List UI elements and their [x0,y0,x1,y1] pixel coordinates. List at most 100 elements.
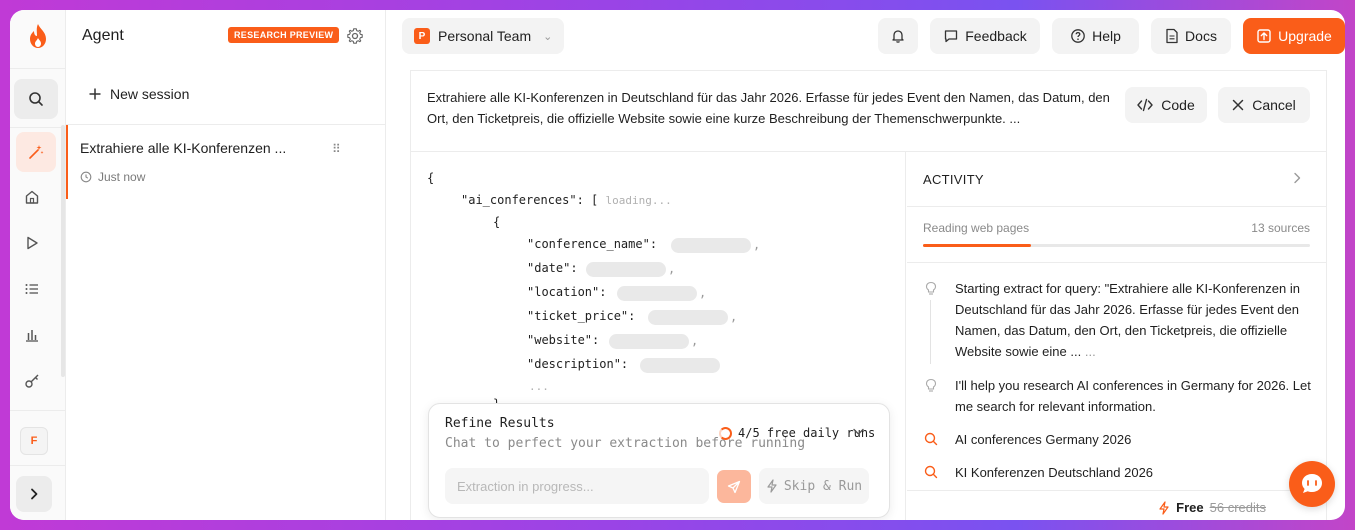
settings-button[interactable] [346,27,364,45]
code-button[interactable]: Code [1125,87,1207,123]
log-message: KI Konferenzen Deutschland 2026 [955,465,1154,480]
list-icon [25,284,38,294]
session-title: Extrahiere alle KI-Konferenzen ... [80,140,287,156]
app-window: F Agent RESEARCH PREVIEW New session Ext… [10,10,1345,520]
bell-icon [892,30,904,43]
json-preview: { "ai_conferences": [ loading... { "conf… [411,152,906,520]
new-session-label: New session [110,86,190,102]
lightning-icon [767,479,777,493]
log-message: I'll help you research AI conferences in… [955,378,1311,414]
plus-icon [89,88,101,100]
log-text: Starting extract for query: "Extrahiere … [955,278,1315,362]
feedback-label: Feedback [965,28,1027,44]
refine-input[interactable] [445,468,709,504]
chevron-down-icon[interactable] [853,426,864,439]
docs-button[interactable]: Docs [1151,18,1231,54]
log-more[interactable]: ... [1085,344,1096,359]
drag-handle-icon[interactable]: ⠿ [332,142,341,156]
value-skeleton [609,334,689,349]
search-icon [924,465,938,479]
upgrade-label: Upgrade [1278,28,1332,44]
credits-amount: 56 credits [1209,500,1266,515]
rail-scrollbar[interactable] [61,125,65,377]
json-key: "date": [527,261,578,275]
lightbulb-icon [925,281,937,295]
home-icon [25,190,39,204]
cancel-label: Cancel [1252,97,1296,113]
value-skeleton [671,238,751,253]
upgrade-icon [1257,29,1271,43]
flame-logo-icon[interactable] [22,22,54,50]
daily-runs-dropdown[interactable]: 4/5 free daily runs [719,426,875,440]
log-message: AI conferences Germany 2026 [955,432,1132,447]
agent-nav-button[interactable] [16,132,56,172]
credits-footer: Free 56 credits [907,490,1326,520]
search-button[interactable] [14,79,58,119]
json-key: "ai_conferences": [ [461,193,599,207]
session-time-label: Just now [98,170,146,184]
analytics-nav-button[interactable] [22,325,42,345]
log-message: Starting extract for query: "Extrahiere … [955,281,1300,359]
sources-count: 13 sources [1251,221,1310,235]
activity-panel: ACTIVITY Reading web pages 13 sources St… [907,152,1326,520]
expand-sidebar-button[interactable] [16,476,52,512]
home-nav-button[interactable] [22,187,42,207]
value-skeleton [617,286,697,301]
search-icon [924,432,938,446]
notifications-button[interactable] [878,18,918,54]
json-key: "location": [527,285,607,299]
json-key: "ticket_price": [527,309,636,323]
user-avatar[interactable]: F [20,427,48,455]
lightbulb-icon [925,378,937,392]
activity-divider [907,262,1326,263]
rail-divider [10,410,66,411]
team-selector[interactable]: P Personal Team ⌄ [402,18,564,54]
sessions-panel: Agent RESEARCH PREVIEW New session Extra… [66,10,386,520]
value-skeleton [648,310,728,325]
json-comma: , [691,334,699,348]
feedback-button[interactable]: Feedback [930,18,1040,54]
document-icon [1166,28,1178,44]
panel-title: Agent [82,27,124,44]
support-chat-button[interactable] [1289,461,1335,507]
skip-and-run-button[interactable]: Skip & Run [759,468,869,504]
rail-divider [10,68,66,69]
send-button[interactable] [717,470,751,503]
cancel-button[interactable]: Cancel [1218,87,1310,123]
list-nav-button[interactable] [22,279,42,299]
rail-divider [10,465,66,466]
loading-indicator: loading... [605,194,672,207]
message-icon [945,30,958,43]
bar-chart-icon [26,330,38,342]
json-comma: , [699,286,707,300]
play-nav-button[interactable] [22,233,42,253]
top-bar: P Personal Team ⌄ Feedback Help Docs Upg… [386,10,1345,60]
help-circle-icon [1071,29,1085,43]
upgrade-button[interactable]: Upgrade [1243,18,1345,54]
value-skeleton [586,262,666,277]
json-key: "conference_name": [527,237,658,251]
refine-results-card: Refine Results Chat to perfect your extr… [428,403,890,518]
code-label: Code [1161,97,1195,113]
activity-divider [907,206,1326,207]
json-comma: , [730,310,738,324]
key-icon [25,374,39,388]
chat-bubble-icon [1302,474,1322,493]
send-icon [727,480,741,493]
play-icon [27,236,38,250]
json-more: ... [529,380,549,393]
chevron-right-icon[interactable] [1293,172,1301,187]
research-preview-badge: RESEARCH PREVIEW [228,27,340,43]
value-skeleton [640,358,720,373]
lightning-icon [1159,500,1169,515]
help-label: Help [1092,28,1121,44]
code-icon [1137,98,1153,112]
help-button[interactable]: Help [1052,18,1139,54]
new-session-button[interactable]: New session [88,86,189,102]
progress-bar-fill [923,244,1032,247]
main-panel: Extrahiere alle KI-Konferenzen in Deutsc… [410,70,1327,520]
team-name: Personal Team [438,28,532,44]
runs-progress-ring [719,426,732,440]
api-keys-nav-button[interactable] [22,371,42,391]
session-list-item[interactable]: Extrahiere alle KI-Konferenzen ... ⠿ Jus… [66,125,386,199]
